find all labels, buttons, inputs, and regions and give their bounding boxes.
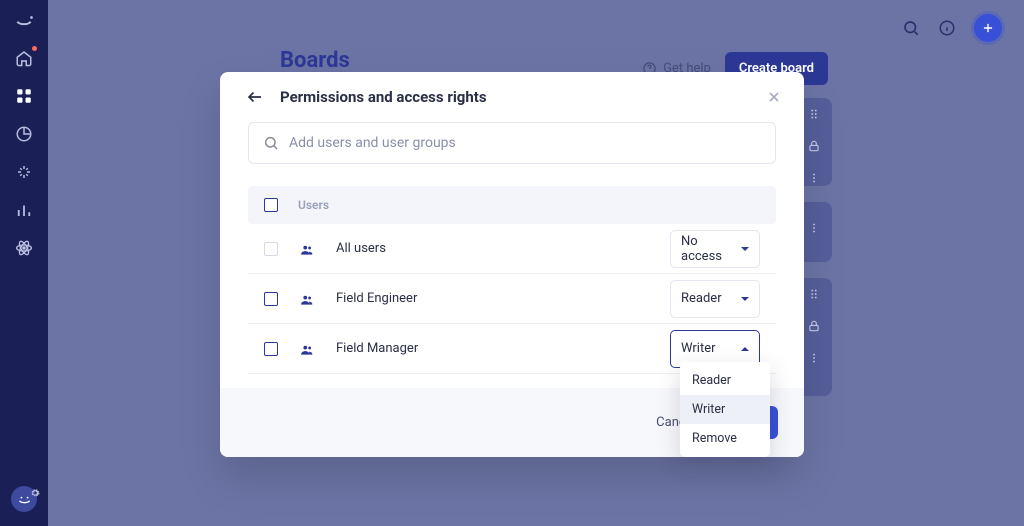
sparkle-icon[interactable]	[14, 162, 34, 182]
dropdown-option-reader[interactable]: Reader	[680, 366, 770, 395]
group-icon	[298, 342, 316, 356]
row-checkbox[interactable]	[264, 292, 278, 306]
permission-dropdown: Reader Writer Remove	[680, 362, 770, 457]
logo-icon[interactable]	[14, 10, 34, 30]
left-nav-rail	[0, 0, 48, 526]
table-header: Users	[248, 186, 776, 224]
dropdown-option-remove[interactable]: Remove	[680, 424, 770, 453]
close-icon[interactable]	[766, 89, 782, 105]
group-icon	[298, 242, 316, 256]
gear-icon	[30, 483, 40, 493]
atom-icon[interactable]	[14, 238, 34, 258]
select-all-checkbox[interactable]	[264, 198, 278, 212]
row-checkbox[interactable]	[264, 342, 278, 356]
row-label: All users	[336, 241, 650, 256]
user-search[interactable]	[248, 122, 776, 164]
group-icon	[298, 292, 316, 306]
pie-icon[interactable]	[14, 124, 34, 144]
back-arrow-icon[interactable]	[244, 88, 266, 106]
column-users: Users	[298, 198, 329, 212]
apps-icon[interactable]	[14, 86, 34, 106]
search-icon	[263, 135, 279, 151]
chevron-up-icon	[741, 347, 749, 351]
home-icon[interactable]	[14, 48, 34, 68]
table-row: Field Engineer Reader	[248, 274, 776, 324]
row-label: Field Manager	[336, 341, 650, 356]
row-label: Field Engineer	[336, 291, 650, 306]
chevron-down-icon	[741, 247, 749, 251]
dropdown-option-writer[interactable]: Writer	[680, 395, 770, 424]
modal-title: Permissions and access rights	[280, 88, 487, 106]
row-checkbox[interactable]	[264, 242, 278, 256]
bars-icon[interactable]	[14, 200, 34, 220]
permission-select[interactable]: Reader	[670, 280, 760, 318]
permission-select[interactable]: No access	[670, 230, 760, 268]
notification-dot	[32, 46, 37, 51]
table-row: All users No access	[248, 224, 776, 274]
user-search-input[interactable]	[289, 135, 761, 151]
chevron-down-icon	[741, 297, 749, 301]
chat-settings-button[interactable]	[11, 486, 37, 512]
